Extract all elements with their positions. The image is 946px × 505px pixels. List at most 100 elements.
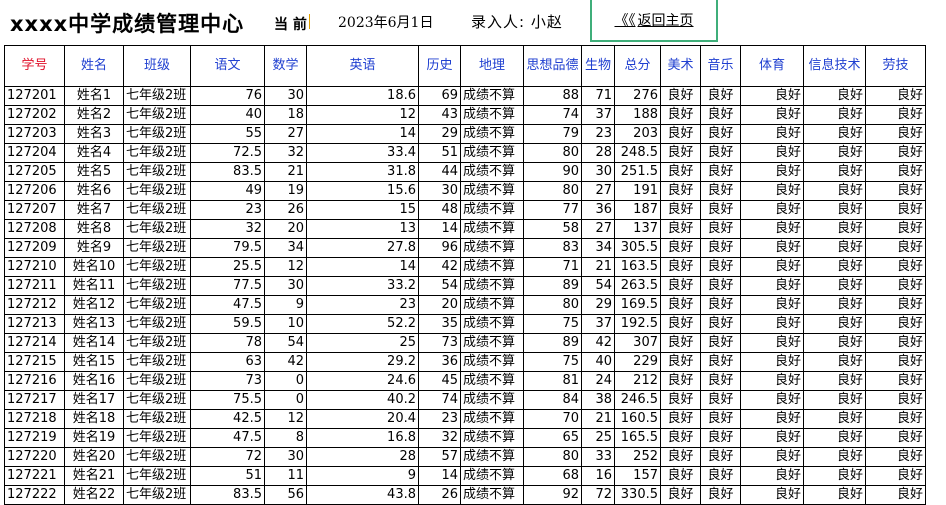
table-cell[interactable]: 89 — [523, 276, 582, 296]
table-cell[interactable]: 七年级2班 — [123, 333, 191, 353]
table-cell[interactable]: 229 — [614, 352, 661, 372]
table-cell[interactable]: 良好 — [700, 200, 741, 220]
table-cell[interactable]: 良好 — [700, 124, 741, 144]
table-cell[interactable]: 81 — [523, 371, 582, 391]
table-cell[interactable]: 263.5 — [614, 276, 661, 296]
table-cell[interactable]: 良好 — [660, 314, 701, 334]
table-cell[interactable]: 七年级2班 — [123, 124, 191, 144]
column-header[interactable]: 语文 — [190, 45, 265, 87]
table-cell[interactable]: 54 — [418, 276, 461, 296]
table-cell[interactable]: 良好 — [740, 314, 804, 334]
table-cell[interactable]: 七年级2班 — [123, 86, 191, 106]
table-cell[interactable]: 25 — [306, 333, 419, 353]
table-cell[interactable]: 良好 — [740, 466, 804, 486]
table-cell[interactable]: 姓名9 — [64, 238, 124, 258]
table-cell[interactable]: 姓名3 — [64, 124, 124, 144]
table-cell[interactable]: 七年级2班 — [123, 219, 191, 239]
table-cell[interactable]: 27 — [264, 124, 307, 144]
table-cell[interactable]: 165.5 — [614, 428, 661, 448]
table-cell[interactable]: 七年级2班 — [123, 371, 191, 391]
table-cell[interactable]: 127222 — [4, 485, 65, 505]
table-cell[interactable]: 58 — [523, 219, 582, 239]
table-cell[interactable]: 74 — [418, 390, 461, 410]
table-cell[interactable]: 七年级2班 — [123, 409, 191, 429]
table-cell[interactable]: 127220 — [4, 447, 65, 467]
table-cell[interactable]: 30 — [264, 86, 307, 106]
table-cell[interactable]: 良好 — [740, 276, 804, 296]
table-cell[interactable]: 良好 — [700, 333, 741, 353]
table-cell[interactable]: 七年级2班 — [123, 447, 191, 467]
table-cell[interactable]: 良好 — [700, 238, 741, 258]
table-cell[interactable]: 良好 — [660, 409, 701, 429]
table-cell[interactable]: 良好 — [803, 352, 866, 372]
table-cell[interactable]: 71 — [581, 86, 615, 106]
table-cell[interactable]: 良好 — [803, 276, 866, 296]
table-cell[interactable]: 良好 — [740, 352, 804, 372]
table-cell[interactable]: 良好 — [865, 466, 926, 486]
table-cell[interactable]: 29 — [418, 124, 461, 144]
table-cell[interactable]: 14 — [418, 219, 461, 239]
table-cell[interactable]: 24 — [581, 371, 615, 391]
table-cell[interactable]: 良好 — [740, 105, 804, 125]
table-cell[interactable]: 良好 — [865, 390, 926, 410]
table-cell[interactable]: 良好 — [865, 409, 926, 429]
table-cell[interactable]: 成绩不算 — [460, 143, 524, 163]
table-cell[interactable]: 69 — [418, 86, 461, 106]
table-cell[interactable]: 13 — [306, 219, 419, 239]
table-cell[interactable]: 90 — [523, 162, 582, 182]
table-cell[interactable]: 姓名6 — [64, 181, 124, 201]
table-cell[interactable]: 28 — [306, 447, 419, 467]
table-cell[interactable]: 成绩不算 — [460, 257, 524, 277]
table-cell[interactable]: 良好 — [803, 409, 866, 429]
table-cell[interactable]: 33.4 — [306, 143, 419, 163]
table-cell[interactable]: 良好 — [865, 276, 926, 296]
table-cell[interactable]: 8 — [264, 428, 307, 448]
table-cell[interactable]: 248.5 — [614, 143, 661, 163]
table-cell[interactable]: 73 — [418, 333, 461, 353]
table-cell[interactable]: 姓名11 — [64, 276, 124, 296]
table-cell[interactable]: 良好 — [740, 181, 804, 201]
column-header[interactable]: 学号 — [4, 45, 65, 87]
table-cell[interactable]: 32 — [190, 219, 265, 239]
table-cell[interactable]: 良好 — [803, 124, 866, 144]
table-cell[interactable]: 七年级2班 — [123, 257, 191, 277]
table-cell[interactable]: 良好 — [700, 485, 741, 505]
table-cell[interactable]: 良好 — [803, 371, 866, 391]
table-cell[interactable]: 姓名14 — [64, 333, 124, 353]
table-cell[interactable]: 127217 — [4, 390, 65, 410]
table-cell[interactable]: 20 — [418, 295, 461, 315]
table-cell[interactable]: 21 — [581, 257, 615, 277]
table-cell[interactable]: 47.5 — [190, 295, 265, 315]
table-cell[interactable]: 54 — [581, 276, 615, 296]
table-cell[interactable]: 11 — [264, 466, 307, 486]
table-cell[interactable]: 良好 — [700, 314, 741, 334]
table-cell[interactable]: 良好 — [740, 409, 804, 429]
table-cell[interactable]: 127207 — [4, 200, 65, 220]
table-cell[interactable]: 姓名2 — [64, 105, 124, 125]
table-cell[interactable]: 47.5 — [190, 428, 265, 448]
table-cell[interactable]: 良好 — [740, 390, 804, 410]
table-cell[interactable]: 37 — [581, 314, 615, 334]
table-cell[interactable]: 169.5 — [614, 295, 661, 315]
table-cell[interactable]: 14 — [418, 466, 461, 486]
table-cell[interactable]: 七年级2班 — [123, 485, 191, 505]
table-cell[interactable]: 七年级2班 — [123, 181, 191, 201]
table-cell[interactable]: 七年级2班 — [123, 162, 191, 182]
table-cell[interactable]: 127203 — [4, 124, 65, 144]
table-cell[interactable]: 12 — [264, 409, 307, 429]
table-cell[interactable]: 65 — [523, 428, 582, 448]
table-cell[interactable]: 127221 — [4, 466, 65, 486]
table-cell[interactable]: 307 — [614, 333, 661, 353]
table-cell[interactable]: 良好 — [740, 295, 804, 315]
table-cell[interactable]: 良好 — [700, 105, 741, 125]
table-cell[interactable]: 成绩不算 — [460, 466, 524, 486]
table-cell[interactable]: 21 — [581, 409, 615, 429]
table-cell[interactable]: 良好 — [700, 86, 741, 106]
table-cell[interactable]: 七年级2班 — [123, 295, 191, 315]
table-cell[interactable]: 良好 — [660, 371, 701, 391]
table-cell[interactable]: 良好 — [865, 181, 926, 201]
table-cell[interactable]: 83 — [523, 238, 582, 258]
table-cell[interactable]: 姓名20 — [64, 447, 124, 467]
table-cell[interactable]: 良好 — [865, 200, 926, 220]
table-cell[interactable]: 良好 — [803, 257, 866, 277]
